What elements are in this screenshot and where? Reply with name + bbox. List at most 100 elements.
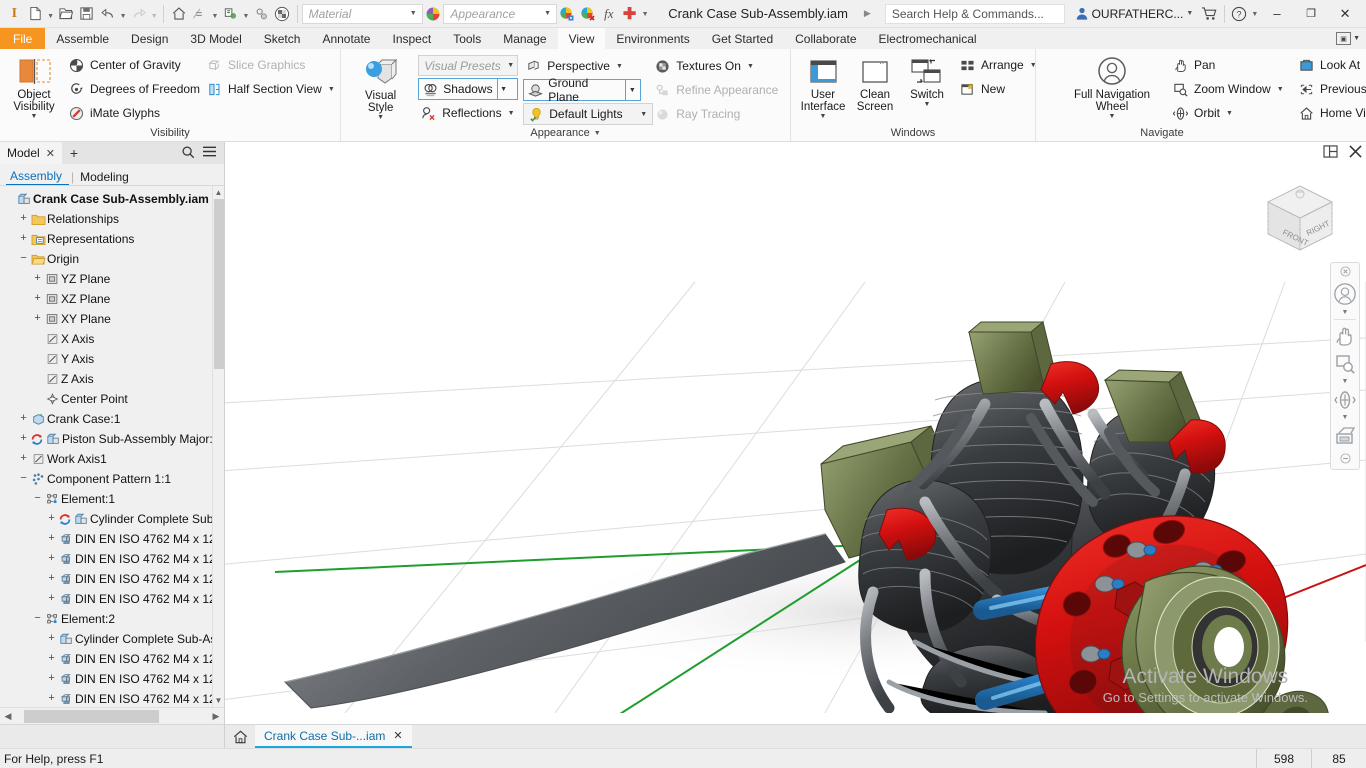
tree-expander[interactable]: + (45, 553, 58, 565)
browser-tab-model[interactable]: Model ✕ (0, 142, 62, 164)
browser-subtab-modeling[interactable]: Modeling (76, 170, 136, 185)
clean-screen-button[interactable]: Clean Screen (849, 53, 901, 113)
half-section-view-row[interactable]: Half Section View ▼ (204, 78, 336, 100)
clear-appearance-icon[interactable] (578, 3, 599, 25)
tree-item[interactable]: + DIN EN ISO 4762 M4 x 12:3 (0, 569, 224, 589)
tree-item[interactable]: + DIN EN ISO 4762 M4 x 12:7 (0, 689, 224, 707)
textures-on-caret[interactable]: ▼ (747, 63, 754, 70)
ribbon-display-options-icon[interactable]: ▣ (1336, 32, 1352, 45)
undo-dropdown[interactable]: ▼ (118, 3, 128, 25)
help-icon[interactable]: ? (1229, 3, 1250, 25)
visual-presets-select[interactable]: Visual Presets ▼ (418, 55, 519, 76)
tree-expander[interactable]: + (17, 413, 30, 425)
maximize-button[interactable]: ❐ (1294, 1, 1328, 27)
ribbon-tab-tools[interactable]: Tools (442, 28, 492, 49)
ribbon-tab-inspect[interactable]: Inspect (381, 28, 442, 49)
close-viewport-icon[interactable] (1349, 145, 1362, 161)
orbit-caret[interactable]: ▼ (1226, 110, 1233, 117)
3d-viewport[interactable]: Z X Y FRONT RIGHT (225, 142, 1366, 724)
select-icon[interactable] (251, 3, 272, 25)
adjust-appearance-icon[interactable] (557, 3, 578, 25)
tree-item[interactable]: − Component Pattern 1:1 (0, 469, 224, 489)
perspective-row[interactable]: Perspective ▼ (523, 55, 641, 77)
tree-item[interactable]: Z Axis (0, 369, 224, 389)
textures-on-row[interactable]: Textures On ▼ (652, 55, 786, 77)
appearance-panel-expand-icon[interactable]: ▼ (594, 130, 601, 137)
view-cube[interactable]: FRONT RIGHT (1250, 164, 1350, 264)
full-navigation-wheel-caret[interactable]: ▼ (1109, 113, 1116, 121)
ribbon-tab-design[interactable]: Design (120, 28, 179, 49)
add-to-qat-icon[interactable]: ✚ (619, 3, 640, 25)
ground-plane-split-dropdown[interactable]: ▼ (625, 80, 638, 100)
material-combo[interactable]: Material ▼ (301, 3, 423, 24)
tree-expander[interactable]: + (45, 513, 58, 525)
tree-expander[interactable]: − (31, 493, 44, 505)
tree-item[interactable]: + XZ Plane (0, 289, 224, 309)
tree-expander[interactable]: + (31, 293, 44, 305)
shadows-split-dropdown[interactable]: ▼ (496, 79, 510, 99)
tree-item[interactable]: − Origin (0, 249, 224, 269)
ribbon-tab-sketch[interactable]: Sketch (253, 28, 312, 49)
search-input[interactable]: Search Help & Commands... (884, 3, 1065, 24)
add-browser-tab-button[interactable]: + (62, 142, 86, 164)
appearance-panel-title[interactable]: Appearance ▼ (341, 125, 790, 141)
ribbon-tab-file[interactable]: File (0, 28, 46, 49)
document-home-button[interactable] (225, 725, 255, 748)
home-icon[interactable] (168, 3, 189, 25)
split-view-icon[interactable] (1323, 145, 1338, 161)
ribbon-tab-assemble[interactable]: Assemble (45, 28, 120, 49)
tree-expander[interactable]: + (31, 273, 44, 285)
previous-view-row[interactable]: Previous ▼ (1296, 78, 1366, 100)
material-browser-icon[interactable] (423, 3, 444, 25)
tree-expander[interactable]: + (45, 653, 58, 665)
nav-bar-collapse-icon[interactable] (1331, 450, 1359, 467)
scroll-right-arrow[interactable]: ▶ (208, 711, 224, 722)
nav-orbit-caret[interactable]: ▼ (1342, 414, 1349, 422)
tree-item[interactable]: + Cylinder Complete Sub-As (0, 509, 224, 529)
scroll-left-arrow[interactable]: ◀ (0, 711, 16, 722)
default-lights-select[interactable]: Default Lights ▼ (523, 103, 654, 125)
chevron-down-icon[interactable]: ▼ (1353, 35, 1360, 42)
ribbon-tab-manage[interactable]: Manage (492, 28, 557, 49)
nav-orbit-icon[interactable] (1331, 386, 1359, 414)
object-visibility-button[interactable]: Object Visibility ▼ (6, 53, 62, 121)
ribbon-tab-get-started[interactable]: Get Started (701, 28, 784, 49)
tree-item[interactable]: + DIN EN ISO 4762 M4 x 12:6 (0, 669, 224, 689)
tree-item[interactable]: + DIN EN ISO 4762 M4 x 12:5 (0, 649, 224, 669)
close-button[interactable]: ✕ (1328, 1, 1362, 27)
nav-look-at-icon[interactable] (1331, 422, 1359, 450)
tree-item[interactable]: + DIN EN ISO 4762 M4 x 12:4 (0, 529, 224, 549)
zoom-window-row[interactable]: Zoom Window ▼ (1170, 78, 1288, 100)
tree-item[interactable]: + DIN EN ISO 4762 M4 x 12:2 (0, 589, 224, 609)
update-icon[interactable] (220, 3, 241, 25)
switch-caret[interactable]: ▼ (924, 101, 931, 109)
save-icon[interactable] (77, 3, 98, 25)
tree-expander[interactable]: + (45, 693, 58, 705)
tree-expander[interactable]: + (17, 453, 30, 465)
tree-expander[interactable]: + (45, 573, 58, 585)
user-interface-caret[interactable]: ▼ (820, 113, 827, 121)
tree-expander[interactable]: + (17, 213, 30, 225)
browser-menu-icon[interactable] (202, 145, 217, 161)
search-icon[interactable] (181, 145, 195, 162)
pan-row[interactable]: Pan (1170, 54, 1288, 76)
tree-expander[interactable]: + (45, 673, 58, 685)
nav-zoom-icon[interactable] (1331, 350, 1359, 378)
tree-item[interactable]: Crank Case Sub-Assembly.iam (0, 189, 224, 209)
parameters-icon[interactable]: fx (598, 3, 619, 25)
zoom-window-caret[interactable]: ▼ (1277, 86, 1284, 93)
nav-wheel-caret[interactable]: ▼ (1342, 309, 1349, 317)
new-file-icon[interactable] (25, 3, 46, 25)
shadows-toggle[interactable]: Shadows ▼ (418, 78, 519, 100)
full-navigation-wheel-button[interactable]: Full Navigation Wheel ▼ (1060, 53, 1164, 121)
tree-expander[interactable]: + (45, 593, 58, 605)
tree-item[interactable]: + XY Plane (0, 309, 224, 329)
imate-glyphs-row[interactable]: iMate Glyphs (66, 102, 196, 124)
switch-button[interactable]: Switch ▼ (901, 53, 953, 109)
half-section-view-caret[interactable]: ▼ (328, 86, 335, 93)
tree-item[interactable]: + Relationships (0, 209, 224, 229)
document-tab[interactable]: Crank Case Sub-...iam ✕ (255, 725, 412, 748)
browser-subtab-assembly[interactable]: Assembly (6, 169, 70, 185)
close-icon[interactable]: ✕ (393, 729, 402, 742)
tree-item[interactable]: Y Axis (0, 349, 224, 369)
